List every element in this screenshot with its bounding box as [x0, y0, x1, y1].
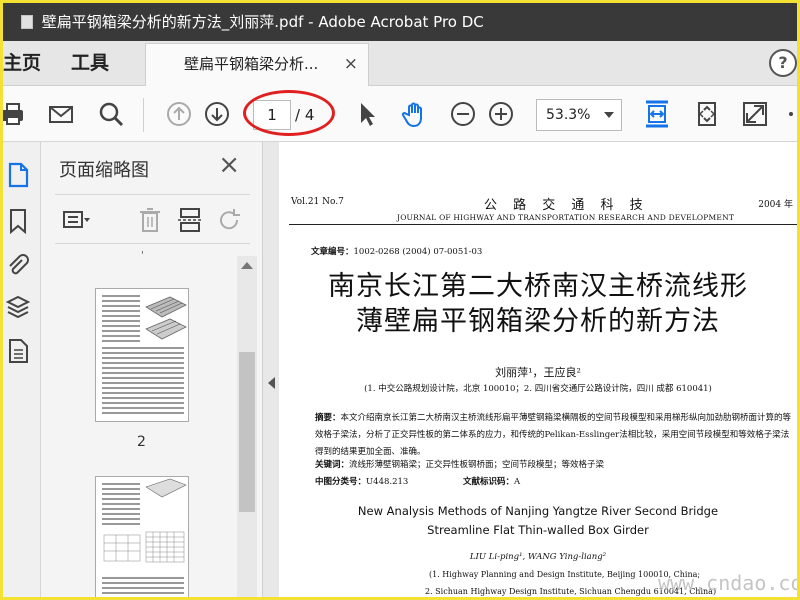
document-tab-label: 壁扁平钢箱梁分析... — [184, 55, 319, 73]
options-menu-icon[interactable] — [61, 205, 91, 235]
search-button[interactable] — [95, 98, 127, 130]
header-rule — [289, 224, 797, 225]
printer-icon — [3, 103, 23, 125]
window-title: 壁扁平钢箱梁分析的新方法_刘丽萍.pdf - Adobe Acrobat Pro… — [41, 13, 484, 31]
email-button[interactable] — [45, 98, 77, 130]
panel-title: 页面缩略图 — [59, 160, 149, 181]
rotate-icon[interactable] — [215, 205, 245, 235]
minus-circle-icon — [451, 102, 475, 126]
toolbar-separator — [143, 98, 144, 132]
expand-icon — [743, 102, 767, 126]
english-title: New Analysis Methods of Nanjing Yangtze … — [279, 502, 797, 540]
scrollbar-thumb[interactable] — [239, 352, 255, 512]
nav-tools[interactable]: 工具 — [71, 41, 109, 85]
nav-home[interactable]: 主页 — [3, 41, 41, 85]
paper-affiliation: (1. 中交公路规划设计院，北京 100010；2. 四川省交通厅公路设计院，四… — [364, 384, 712, 394]
envelope-icon — [49, 106, 73, 123]
thumbnail-tools — [55, 194, 250, 244]
page-thumbnail-preview — [102, 295, 187, 414]
help-button[interactable]: ? — [769, 49, 797, 77]
split-page-icon[interactable] — [175, 205, 205, 235]
paperclip-icon[interactable] — [5, 252, 31, 278]
page-thumbnail-2[interactable] — [95, 288, 189, 422]
watermark: www.cndao.com — [658, 571, 800, 595]
previous-page-button[interactable] — [163, 98, 195, 130]
cursor-arrow-icon — [361, 103, 375, 126]
abstract-label: 摘要： — [315, 413, 341, 423]
chevron-down-icon — [604, 112, 614, 118]
annotation-circle — [243, 90, 335, 136]
thumbnail-marker: ' — [141, 250, 144, 261]
journal-title: 公 路 交 通 科 技 — [484, 198, 649, 213]
tab-close-button[interactable]: × — [344, 44, 358, 84]
thumbnail-scrollbar[interactable] — [237, 256, 257, 597]
trash-icon[interactable] — [135, 205, 165, 235]
classification-number: 中图分类号：U448.213 — [315, 475, 408, 487]
panel-close-button[interactable]: × — [218, 152, 240, 178]
bookmark-icon[interactable] — [5, 208, 31, 234]
paper-keywords: 关键词：流线形薄壁钢箱梁；正交异性板钢桥面；空间节段模型；等效格子梁 — [315, 458, 795, 470]
title-bar: 壁扁平钢箱梁分析的新方法_刘丽萍.pdf - Adobe Acrobat Pro… — [3, 3, 797, 41]
paper-title-line-2: 薄壁扁平钢箱梁分析的新方法 — [356, 306, 720, 337]
keywords-text: 流线形薄壁钢箱梁；正交异性板钢桥面；空间节段模型；等效格子梁 — [349, 460, 605, 470]
select-tool-button[interactable] — [351, 98, 383, 130]
collapse-panel-icon[interactable] — [268, 377, 275, 389]
english-title-line-2: Streamline Flat Thin-walled Box Girder — [427, 523, 649, 537]
abstract-text: 本文介绍南京长江第二大桥南汉主桥流线形扁平薄壁钢箱梁横隔板的空间节段模型和采用梯… — [315, 413, 792, 457]
page-thumbnail-preview — [102, 478, 187, 594]
article-number: 文章编号：1002-0268 (2004) 07-0051-03 — [311, 245, 482, 257]
document-code-label: 文献标识码： — [463, 477, 515, 487]
classification-label: 中图分类号： — [315, 477, 367, 487]
navigation-rail — [3, 142, 41, 597]
paper-title: 南京长江第二大桥南汉主桥流线形 薄壁扁平钢箱梁分析的新方法 — [279, 269, 797, 339]
page-scroll-icon — [698, 102, 716, 126]
article-number-label: 文章编号： — [311, 247, 354, 257]
hand-icon — [401, 102, 422, 128]
print-button[interactable] — [3, 98, 29, 130]
paper-abstract: 摘要：本文介绍南京长江第二大桥南汉主桥流线形扁平薄壁钢箱梁横隔板的空间节段模型和… — [315, 410, 795, 461]
page-thumbnail-3[interactable] — [95, 476, 189, 597]
zoom-in-button[interactable] — [485, 98, 517, 130]
more-icon — [789, 112, 793, 116]
thumbnails-panel: 页面缩略图 × ' 2 — [41, 142, 263, 597]
toolbar: 1 / 4 53.3% — [3, 86, 797, 142]
zoom-out-button[interactable] — [447, 98, 479, 130]
english-authors: LIU Li-ping¹, WANG Ying-liang² — [469, 552, 607, 562]
article-number-value: 1002-0268 (2004) 07-0051-03 — [353, 247, 483, 257]
zoom-level-select[interactable]: 53.3% — [536, 99, 622, 131]
app-window: 壁扁平钢箱梁分析的新方法_刘丽萍.pdf - Adobe Acrobat Pro… — [0, 0, 800, 600]
arrow-down-circle-icon — [205, 102, 229, 126]
top-navigation: 主页 工具 壁扁平钢箱梁分析... × ? — [3, 41, 797, 86]
zoom-level-value: 53.3% — [546, 107, 591, 123]
pdf-file-icon — [21, 15, 33, 29]
plus-circle-icon — [489, 102, 513, 126]
keywords-label: 关键词： — [315, 460, 350, 470]
next-page-button[interactable] — [201, 98, 233, 130]
rotate-view-button[interactable] — [691, 98, 723, 130]
panel-divider[interactable] — [263, 142, 279, 597]
document-icon[interactable] — [5, 338, 31, 364]
layers-icon[interactable] — [5, 294, 31, 320]
journal-title-english: JOURNAL OF HIGHWAY AND TRANSPORTATION RE… — [397, 213, 735, 222]
page-thumbnails-icon[interactable] — [5, 162, 31, 188]
english-title-line-1: New Analysis Methods of Nanjing Yangtze … — [357, 504, 719, 518]
full-screen-button[interactable] — [739, 98, 771, 130]
volume-number: Vol.21 No.7 — [291, 197, 344, 207]
fit-width-button[interactable] — [641, 98, 673, 130]
fit-width-icon — [646, 100, 668, 128]
thumbnail-page-number: 2 — [137, 434, 146, 450]
document-view[interactable]: Vol.21 No.7 公 路 交 通 科 技 2004 年 JOURNAL O… — [279, 142, 797, 597]
more-tools-button[interactable] — [783, 98, 797, 130]
search-icon — [99, 102, 124, 127]
document-code-value: A — [514, 477, 521, 487]
hand-tool-button[interactable] — [399, 98, 431, 130]
classification-value: U448.213 — [366, 477, 409, 487]
scroll-up-icon[interactable] — [241, 262, 253, 269]
journal-year: 2004 年 — [758, 200, 793, 210]
paper-title-line-1: 南京长江第二大桥南汉主桥流线形 — [328, 271, 748, 302]
paper-authors: 刘丽萍¹，王应良² — [495, 366, 581, 379]
document-tab[interactable]: 壁扁平钢箱梁分析... × — [145, 43, 369, 86]
document-code: 文献标识码：A — [463, 475, 520, 487]
arrow-up-circle-icon — [167, 102, 191, 126]
